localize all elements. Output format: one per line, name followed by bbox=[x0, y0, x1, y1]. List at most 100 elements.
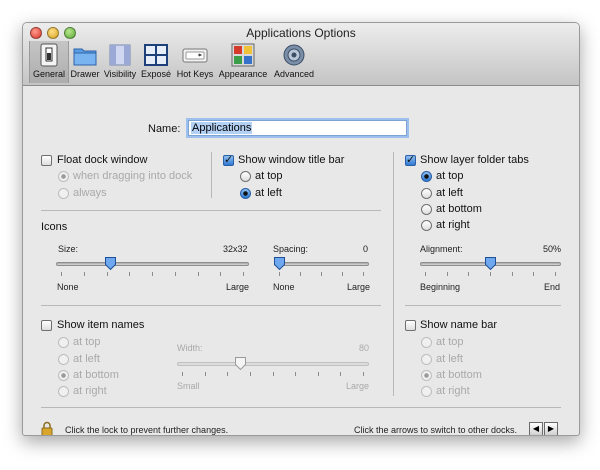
name-label: Name: bbox=[148, 123, 181, 135]
spacing-value: 0 bbox=[363, 244, 369, 254]
name-bar-top-label: at top bbox=[436, 336, 464, 348]
layer-tabs-top-radio[interactable] bbox=[421, 171, 432, 182]
slider-tick bbox=[511, 272, 513, 276]
toolbar-visibility-button[interactable]: Visibility bbox=[101, 41, 139, 83]
toolbar-appearance-label: Appearance bbox=[218, 69, 268, 79]
lock-icon[interactable] bbox=[41, 421, 53, 436]
spacing-slider-track[interactable] bbox=[274, 262, 369, 266]
title-bar-left-radio[interactable] bbox=[240, 188, 251, 199]
slider-tick bbox=[468, 272, 470, 276]
separator bbox=[393, 152, 394, 396]
slider-tick bbox=[204, 372, 206, 376]
float-dragging-radio[interactable] bbox=[58, 171, 69, 182]
width-value: 80 bbox=[359, 343, 370, 353]
float-dock-checkbox[interactable] bbox=[41, 155, 52, 166]
title-bar-left-label: at left bbox=[255, 187, 282, 199]
alignment-max-label: End bbox=[544, 282, 561, 292]
alignment-label: Alignment: bbox=[420, 244, 463, 254]
item-names-left-label: at left bbox=[73, 353, 100, 365]
name-bar-right-label: at right bbox=[436, 385, 470, 397]
icons-heading: Icons bbox=[41, 221, 68, 233]
lock-hint-text: Click the lock to prevent further change… bbox=[65, 425, 229, 435]
show-title-bar-checkbox[interactable] bbox=[223, 153, 234, 166]
name-bar-bottom-radio[interactable] bbox=[421, 370, 432, 381]
toolbar-expose-label: Exposé bbox=[140, 69, 172, 79]
toolbar-hot-keys-button[interactable]: Hot Keys bbox=[175, 41, 215, 83]
spacing-min-label: None bbox=[273, 282, 295, 292]
name-bar-right-radio[interactable] bbox=[421, 386, 432, 397]
size-slider-thumb[interactable] bbox=[105, 257, 117, 270]
title-bar-top-radio[interactable] bbox=[240, 171, 251, 182]
slider-tick bbox=[220, 272, 222, 276]
show-name-bar-label: Show name bar bbox=[420, 319, 498, 331]
arrows-hint-text: Click the arrows to switch to other dock… bbox=[354, 425, 518, 435]
separator bbox=[405, 305, 561, 306]
spacing-slider-thumb[interactable] bbox=[274, 257, 285, 270]
item-names-bottom-radio[interactable] bbox=[58, 370, 69, 381]
slider-tick bbox=[317, 372, 319, 376]
slider-tick bbox=[425, 272, 426, 276]
appearance-icon bbox=[231, 43, 255, 67]
separator bbox=[41, 407, 561, 408]
float-always-radio[interactable] bbox=[58, 188, 69, 199]
slider-tick bbox=[363, 272, 364, 276]
title-bar: Applications Options General Drawer Visi… bbox=[23, 23, 579, 86]
size-label: Size: bbox=[58, 244, 79, 254]
size-slider-ticks bbox=[56, 272, 249, 277]
slider-tick bbox=[152, 272, 153, 276]
toolbar-advanced-label: Advanced bbox=[273, 69, 315, 79]
window-title: Applications Options bbox=[246, 26, 356, 40]
layer-tabs-bottom-radio[interactable] bbox=[421, 204, 432, 215]
item-names-right-radio[interactable] bbox=[58, 386, 69, 397]
separator bbox=[211, 152, 212, 198]
toolbar-general-button[interactable]: General bbox=[29, 41, 69, 83]
width-slider-ticks bbox=[177, 372, 369, 377]
toolbar-appearance-button[interactable]: Appearance bbox=[218, 41, 268, 83]
toolbar-general-label: General bbox=[32, 69, 66, 79]
show-name-bar-checkbox[interactable] bbox=[405, 320, 416, 331]
next-dock-button[interactable]: ▶ bbox=[544, 422, 558, 435]
alignment-slider-ticks bbox=[420, 272, 561, 277]
slider-tick bbox=[106, 272, 108, 276]
previous-dock-button[interactable]: ◀ bbox=[529, 422, 543, 435]
slider-tick bbox=[83, 272, 85, 276]
name-field[interactable]: Applications bbox=[188, 120, 407, 136]
slider-tick bbox=[129, 272, 131, 276]
float-dock-label: Float dock window bbox=[57, 154, 148, 166]
slider-tick bbox=[272, 372, 274, 376]
alignment-value: 50% bbox=[543, 244, 562, 254]
alignment-slider-thumb[interactable] bbox=[485, 257, 496, 270]
slider-tick bbox=[300, 272, 301, 276]
general-pane: Name: Applications Float dock window whe… bbox=[23, 86, 579, 435]
width-label: Width: bbox=[177, 343, 203, 353]
slider-tick bbox=[555, 272, 556, 276]
layer-tabs-right-radio[interactable] bbox=[421, 220, 432, 231]
layer-tabs-bottom-label: at bottom bbox=[436, 203, 482, 215]
size-slider-track[interactable] bbox=[56, 262, 249, 266]
name-bar-left-radio[interactable] bbox=[421, 354, 432, 365]
width-slider-track[interactable] bbox=[177, 362, 369, 366]
toolbar-visibility-label: Visibility bbox=[103, 69, 137, 79]
show-layer-tabs-checkbox[interactable] bbox=[405, 153, 416, 166]
name-bar-top-radio[interactable] bbox=[421, 337, 432, 348]
slider-tick bbox=[340, 372, 342, 376]
slider-tick bbox=[321, 272, 322, 276]
item-names-top-radio[interactable] bbox=[58, 337, 69, 348]
general-switch-icon bbox=[40, 43, 58, 67]
spacing-label: Spacing: bbox=[273, 244, 309, 254]
toolbar-drawer-button[interactable]: Drawer bbox=[67, 41, 103, 83]
layer-tabs-left-radio[interactable] bbox=[421, 188, 432, 199]
layer-tabs-right-label: at right bbox=[436, 219, 470, 231]
toolbar-advanced-button[interactable]: Advanced bbox=[271, 41, 317, 83]
width-slider-thumb[interactable] bbox=[234, 357, 246, 370]
item-names-left-radio[interactable] bbox=[58, 354, 69, 365]
alignment-min-label: Beginning bbox=[420, 282, 461, 292]
item-names-bottom-label: at bottom bbox=[73, 369, 119, 381]
slider-tick bbox=[243, 272, 244, 276]
expose-icon bbox=[144, 44, 168, 66]
show-title-bar-label: Show window title bar bbox=[238, 154, 345, 166]
show-item-names-checkbox[interactable] bbox=[41, 320, 52, 331]
spacing-slider-ticks bbox=[274, 272, 369, 277]
show-layer-tabs-label: Show layer folder tabs bbox=[420, 154, 529, 166]
toolbar-expose-button[interactable]: Exposé bbox=[139, 41, 173, 83]
